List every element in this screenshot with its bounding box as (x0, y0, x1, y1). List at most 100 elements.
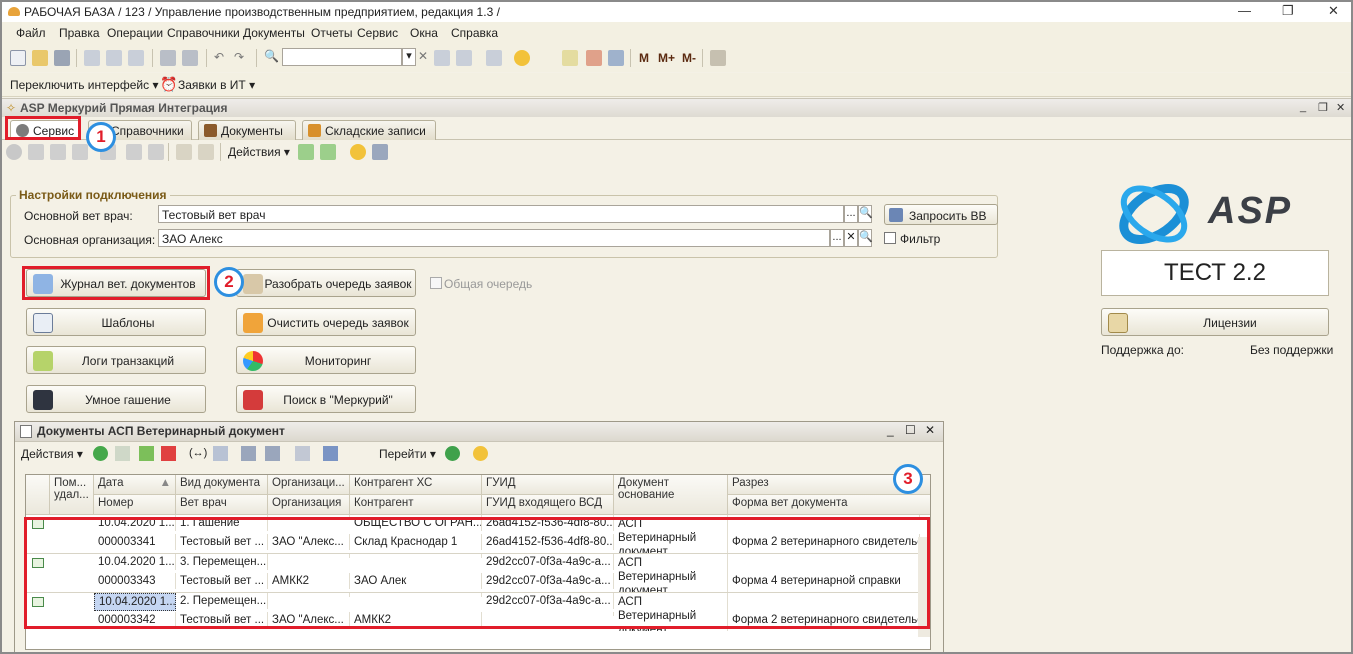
col-guidin-header[interactable]: ГУИД входящего ВСД (482, 495, 614, 515)
copy-icon[interactable] (106, 50, 122, 66)
org-open-icon[interactable]: 🔍 (858, 229, 873, 247)
tab-service[interactable]: Сервис (10, 120, 80, 140)
col-org-header[interactable]: Организация (268, 495, 350, 515)
vet-open-icon[interactable]: 🔍 (858, 205, 873, 223)
undo-icon[interactable]: ↶ (214, 50, 224, 64)
restore-icon[interactable]: ❐ (1282, 3, 1294, 19)
docs-filter-list-icon[interactable] (265, 446, 280, 461)
common-queue-checkbox[interactable] (430, 277, 442, 289)
docs-edit-icon[interactable] (139, 446, 154, 461)
docs-go-menu[interactable]: Перейти ▾ (379, 447, 436, 461)
menu-help[interactable]: Справка (451, 26, 498, 40)
save-icon[interactable] (54, 50, 70, 66)
org-field[interactable]: ЗАО Алекс (158, 229, 830, 247)
col-deleted-header[interactable]: Пом... удал... (50, 475, 94, 515)
docs-find-icon[interactable] (213, 446, 228, 461)
docs-add-icon[interactable] (93, 446, 108, 461)
vet-select-button[interactable]: ... (844, 205, 858, 223)
menu-windows[interactable]: Окна (410, 26, 438, 40)
templates-button[interactable]: Шаблоны (26, 308, 206, 336)
minimize-icon[interactable]: — (1238, 3, 1251, 18)
export-icon[interactable] (298, 144, 314, 160)
search-dropdown-icon[interactable]: ▾ (402, 48, 416, 66)
docs-copy-icon[interactable] (115, 446, 130, 461)
grid-scrollbar[interactable] (918, 537, 930, 637)
docs-link-icon[interactable]: (↔) (189, 447, 207, 459)
docs-close-icon[interactable]: ✕ (925, 423, 935, 437)
move-up-icon[interactable] (126, 144, 142, 160)
docs-help-icon[interactable] (473, 446, 488, 461)
docs-minimize-icon[interactable]: _ (887, 423, 894, 437)
import-icon[interactable] (320, 144, 336, 160)
org-select-button[interactable]: ... (830, 229, 844, 247)
tab-documents[interactable]: Документы (198, 120, 296, 140)
tools-icon[interactable] (710, 50, 726, 66)
docs-filter-icon[interactable] (241, 446, 256, 461)
col-date-header[interactable]: Дата ▲ (94, 475, 176, 495)
sort-asc-icon[interactable] (176, 144, 192, 160)
docs-refresh-icon[interactable] (445, 446, 460, 461)
paste-icon[interactable] (128, 50, 144, 66)
menu-edit[interactable]: Правка (59, 26, 100, 40)
menu-reports[interactable]: Отчеты (311, 26, 352, 40)
m-button[interactable]: M (639, 51, 649, 65)
clear-queue-button[interactable]: Очистить очередь заявок (236, 308, 416, 336)
logs-button[interactable]: Логи транзакций (26, 346, 206, 374)
col-form-header[interactable]: Форма вет документа (728, 495, 930, 515)
tab-warehouse[interactable]: Складские записи (302, 120, 436, 140)
menu-service[interactable]: Сервис (357, 26, 398, 40)
search-mercury-button[interactable]: Поиск в "Меркурий" (236, 385, 416, 413)
org-clear-icon[interactable]: ✕ (844, 229, 858, 247)
calculator-icon[interactable] (562, 50, 578, 66)
calendar-icon[interactable] (586, 50, 602, 66)
open-folder-icon[interactable] (32, 50, 48, 66)
copy-item-icon[interactable] (28, 144, 44, 160)
col-guid-header[interactable]: ГУИД (482, 475, 614, 495)
it-requests-button[interactable]: Заявки в ИТ ▾ (178, 78, 255, 92)
cut-icon[interactable] (84, 50, 100, 66)
col-number-header[interactable]: Номер (94, 495, 176, 515)
preview-icon[interactable] (182, 50, 198, 66)
find-prev-icon[interactable] (456, 50, 472, 66)
col-contrxs-header[interactable]: Контрагент ХС (350, 475, 482, 495)
col-contr-header[interactable]: Контрагент (350, 495, 482, 515)
add-icon[interactable] (6, 144, 22, 160)
table-row[interactable]: 10.04.2020 1... 000003341 1. Гашение Тес… (26, 515, 930, 553)
new-icon[interactable] (10, 50, 26, 66)
print-icon[interactable] (160, 50, 176, 66)
settings-tools-icon[interactable] (372, 144, 388, 160)
col-doctype-header[interactable]: Вид документа (176, 475, 268, 495)
redo-icon[interactable]: ↷ (234, 50, 244, 64)
search-input[interactable] (282, 48, 402, 66)
menu-operations[interactable]: Операции (107, 26, 163, 40)
filter-checkbox[interactable] (884, 232, 896, 244)
sub-minimize-icon[interactable]: _ (1300, 101, 1306, 113)
journal-button[interactable]: Журнал вет. документов (26, 269, 206, 297)
vet-field[interactable]: Тестовый вет врач (158, 205, 844, 223)
menu-catalogs[interactable]: Справочники (167, 26, 240, 40)
windows-icon[interactable] (486, 50, 502, 66)
close-icon[interactable]: ✕ (1328, 3, 1339, 19)
col-vet-header[interactable]: Вет врач (176, 495, 268, 515)
menu-documents[interactable]: Документы (243, 26, 305, 40)
switch-interface-button[interactable]: Переключить интерфейс ▾ (10, 78, 158, 92)
actions-menu[interactable]: Действия ▾ (228, 145, 290, 159)
request-vv-button[interactable]: Запросить ВВ (884, 204, 998, 225)
docs-actions-menu[interactable]: Действия ▾ (21, 447, 83, 461)
clear-search-icon[interactable]: ✕ (418, 49, 428, 63)
users-icon[interactable] (608, 50, 624, 66)
edit-icon[interactable] (50, 144, 66, 160)
table-row[interactable]: 10.04.2020 1... 000003343 3. Перемещен..… (26, 554, 930, 592)
help-icon[interactable] (350, 144, 366, 160)
parse-queue-button[interactable]: Разобрать очередь заявок (236, 269, 416, 297)
monitoring-button[interactable]: Мониторинг (236, 346, 416, 374)
info-icon[interactable] (514, 50, 530, 66)
find-next-icon[interactable] (434, 50, 450, 66)
move-down-icon[interactable] (148, 144, 164, 160)
m-minus-button[interactable]: M- (682, 51, 696, 65)
docs-delete-icon[interactable] (161, 446, 176, 461)
table-row[interactable]: 10.04.2020 1... 000003342 2. Перемещен..… (26, 593, 930, 631)
docs-clear-filter-icon[interactable] (295, 446, 310, 461)
col-orgxs-header[interactable]: Организаци... (268, 475, 350, 495)
docs-sort-icon[interactable] (323, 446, 338, 461)
